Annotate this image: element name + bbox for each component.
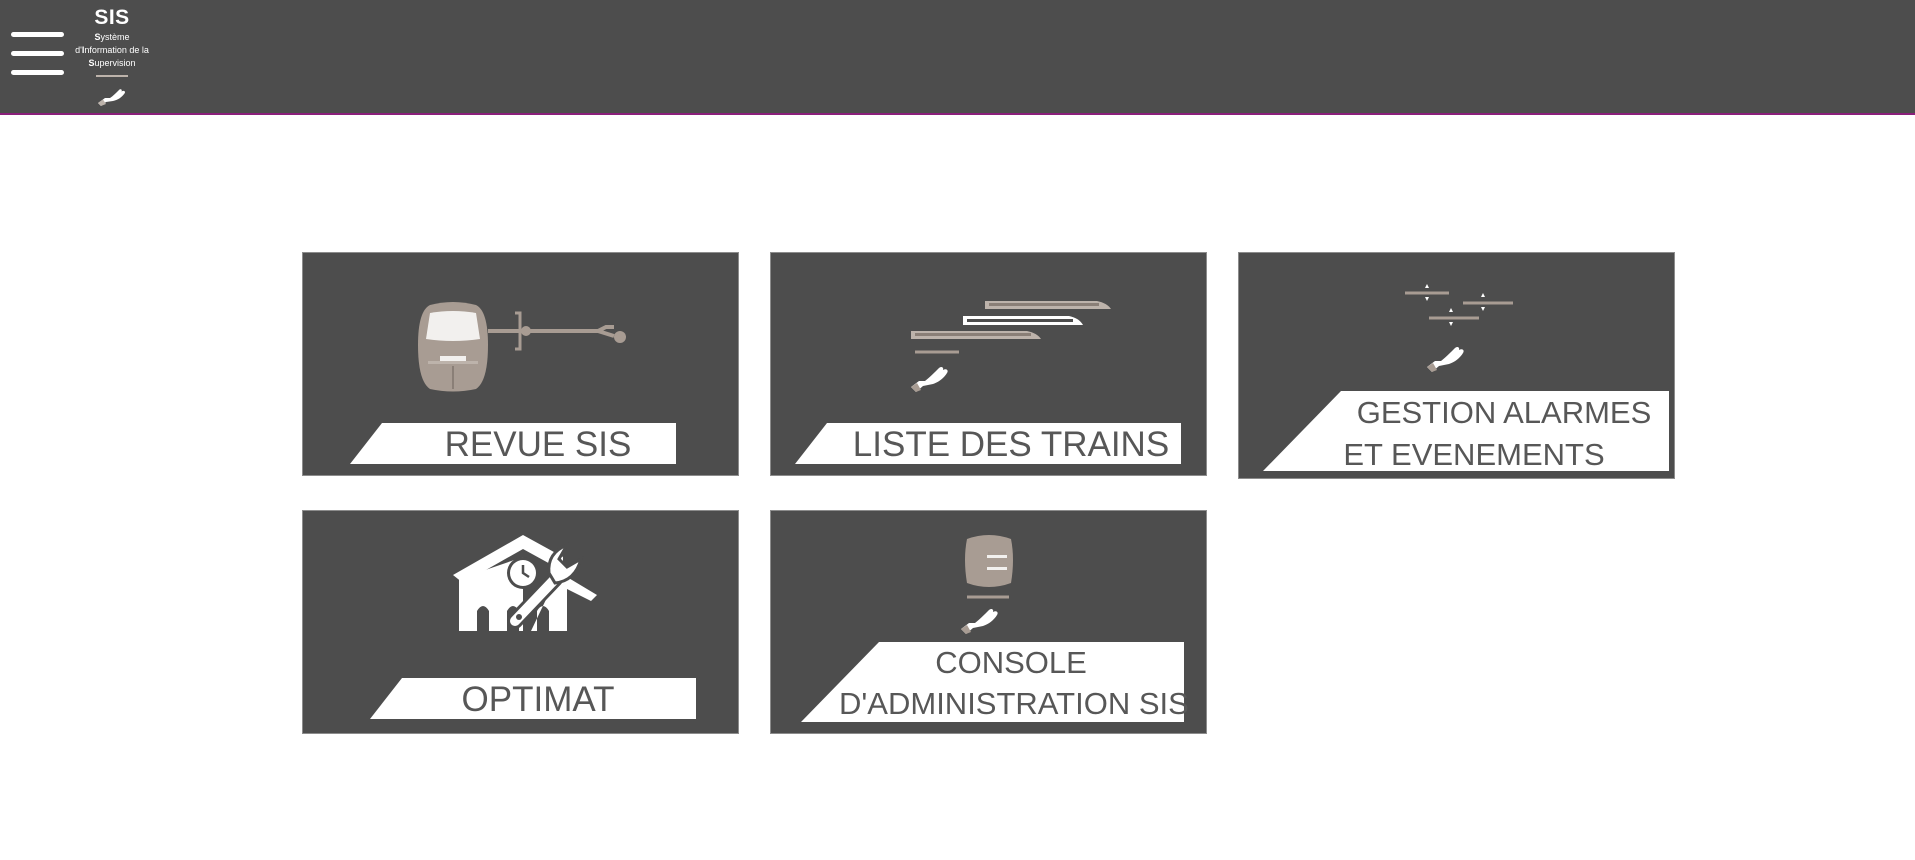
tile-console-admin[interactable]: CONSOLE D'ADMINISTRATION SIS	[770, 510, 1207, 734]
tile-label-line1: GESTION ALARMES	[1356, 395, 1652, 430]
server-hand-icon	[961, 535, 1013, 634]
alarm-levels-hand-icon	[1405, 284, 1513, 372]
logo-divider	[96, 75, 128, 77]
tile-label: LISTE DES TRAINS	[852, 425, 1170, 464]
hamburger-menu-icon[interactable]	[11, 30, 65, 78]
app-logo[interactable]: SIS Système d'Information de la Supervis…	[72, 6, 152, 110]
tile-gestion-alarmes[interactable]: GESTION ALARMES ET EVENEMENTS	[1238, 252, 1675, 479]
maintenance-depot-icon	[453, 535, 597, 631]
hamburger-bar	[11, 51, 64, 56]
tile-liste-des-trains[interactable]: LISTE DES TRAINS	[770, 252, 1207, 476]
trains-hand-icon	[911, 301, 1111, 392]
app-subtitle-line2: d'Information de la	[75, 45, 149, 55]
train-track-icon	[418, 302, 626, 392]
tile-optimat[interactable]: OPTIMAT	[302, 510, 739, 734]
tile-label-line2: D'ADMINISTRATION SIS	[839, 686, 1189, 721]
top-header: SIS Système d'Information de la Supervis…	[0, 0, 1915, 115]
app-title: SIS	[94, 6, 130, 29]
hand-icon	[98, 89, 126, 106]
tile-label: OPTIMAT	[461, 680, 615, 719]
tile-label-line1: CONSOLE	[935, 645, 1087, 680]
tile-label-line2: ET EVENEMENTS	[1343, 437, 1605, 472]
hamburger-bar	[11, 70, 64, 75]
app-subtitle-line3: Supervision	[88, 58, 136, 68]
tile-revue-sis[interactable]: REVUE SIS	[302, 252, 739, 476]
app-subtitle-line1: Système	[94, 32, 130, 42]
hamburger-bar	[11, 32, 64, 37]
tile-label: REVUE SIS	[444, 425, 632, 464]
